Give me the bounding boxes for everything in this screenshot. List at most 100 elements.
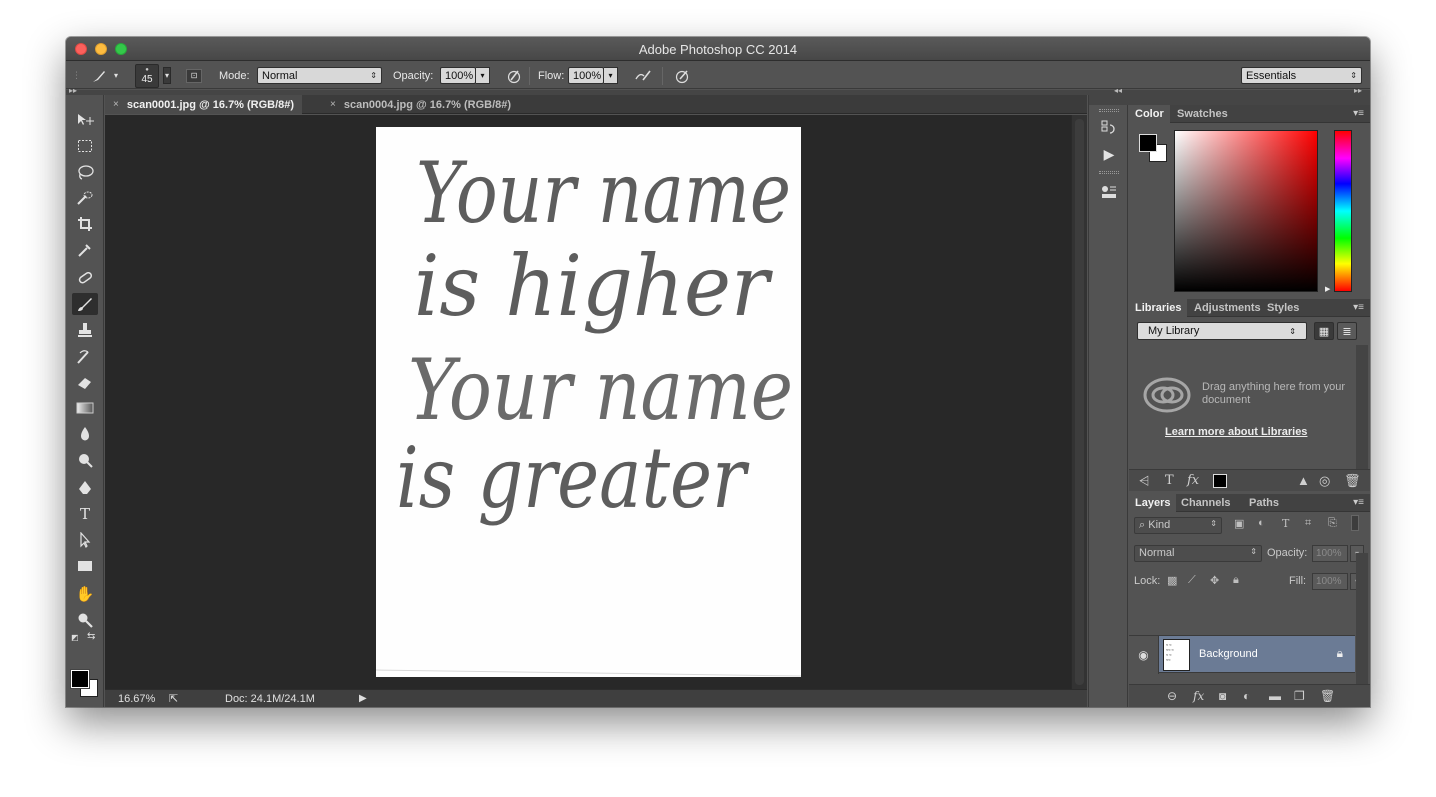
tab-libraries[interactable]: Libraries xyxy=(1129,299,1188,317)
pressure-size-icon[interactable] xyxy=(672,62,692,89)
brush-panel-toggle-icon[interactable]: ⊡ xyxy=(184,62,204,89)
close-tab-icon[interactable]: × xyxy=(330,99,336,110)
type-icon[interactable]: T xyxy=(72,503,98,525)
collapse-panels-icon[interactable]: ▸▸ xyxy=(1354,86,1362,95)
eyedropper-icon[interactable] xyxy=(72,239,98,261)
filter-type-icon[interactable]: T xyxy=(1282,517,1289,530)
add-color-icon[interactable] xyxy=(1213,474,1227,488)
rectangle-icon[interactable] xyxy=(72,555,98,577)
close-tab-icon[interactable]: × xyxy=(113,99,119,110)
path-select-icon[interactable] xyxy=(72,529,98,551)
new-layer-icon[interactable]: ❐ xyxy=(1294,689,1305,703)
marquee-icon[interactable] xyxy=(72,135,98,157)
library-select[interactable]: My Library ⇕ xyxy=(1137,322,1307,340)
collapse-icons-icon[interactable]: ◂◂ xyxy=(1114,86,1122,95)
pen-icon[interactable] xyxy=(72,477,98,499)
history-panel-icon[interactable] xyxy=(1097,117,1121,139)
crop-icon[interactable] xyxy=(72,213,98,235)
lock-all-icon[interactable]: 🔒︎ xyxy=(1233,574,1239,587)
doc-size[interactable]: Doc: 24.1M/24.1M xyxy=(225,693,315,705)
zoom-icon[interactable] xyxy=(72,609,98,631)
canvas-area[interactable]: Your name is higher Your name is greater xyxy=(105,115,1071,689)
color-picker-field[interactable] xyxy=(1174,130,1318,292)
status-menu-arrow-icon[interactable]: ▶ xyxy=(359,693,367,704)
airbrush-icon[interactable] xyxy=(633,62,653,89)
clone-stamp-icon[interactable] xyxy=(72,319,98,341)
layer-row-background[interactable]: ◉ ≈ ≈ ≈≈ ≈ ≈ ≈ ≈≈ Background 🔒︎ xyxy=(1129,635,1355,674)
panel-menu-icon[interactable]: ▾≡ xyxy=(1353,497,1364,508)
layer-kind-filter[interactable]: ⌕ Kind ⇕ xyxy=(1134,517,1222,534)
pressure-opacity-icon[interactable] xyxy=(504,62,524,89)
tab-layers[interactable]: Layers xyxy=(1129,494,1177,512)
flow-input[interactable]: 100% xyxy=(568,67,604,84)
lasso-icon[interactable] xyxy=(72,161,98,183)
actions-play-icon[interactable]: ▶ xyxy=(1097,143,1121,165)
add-character-style-icon[interactable]: T xyxy=(1165,473,1174,488)
healing-brush-icon[interactable] xyxy=(72,267,98,289)
panel-grip[interactable] xyxy=(1099,109,1119,112)
filter-shape-icon[interactable]: ⌗ xyxy=(1305,517,1311,530)
dodge-icon[interactable] xyxy=(72,449,98,471)
sync-icon[interactable]: ◎ xyxy=(1319,473,1330,489)
new-group-icon[interactable]: ▬ xyxy=(1269,689,1281,703)
panel-grip[interactable] xyxy=(1099,171,1119,174)
visibility-eye-icon[interactable]: ◉ xyxy=(1129,636,1159,674)
adjustment-layer-icon[interactable]: ◐ xyxy=(1243,689,1250,703)
zoom-level[interactable]: 16.67% xyxy=(118,693,155,705)
layer-style-icon[interactable]: fx xyxy=(1193,689,1204,703)
eraser-icon[interactable] xyxy=(72,371,98,393)
blend-mode-select[interactable]: Normal ⇕ xyxy=(1134,545,1262,562)
blur-icon[interactable] xyxy=(72,423,98,445)
learn-more-libraries-link[interactable]: Learn more about Libraries xyxy=(1165,426,1307,438)
panel-menu-icon[interactable]: ▾≡ xyxy=(1353,302,1364,313)
quick-select-icon[interactable] xyxy=(72,187,98,209)
lock-transparency-icon[interactable]: ▩ xyxy=(1167,574,1177,587)
warning-icon[interactable]: ▲ xyxy=(1297,473,1310,488)
filter-smart-object-icon[interactable]: ⎘ xyxy=(1328,517,1337,530)
tab-swatches[interactable]: Swatches xyxy=(1171,105,1234,123)
brush-icon[interactable] xyxy=(72,293,98,315)
opacity-input[interactable]: 100% xyxy=(440,67,476,84)
brush-size-preview[interactable]: ● 45 xyxy=(135,62,159,89)
tab-adjustments[interactable]: Adjustments xyxy=(1188,299,1267,317)
add-layer-style-icon[interactable]: fx xyxy=(1187,473,1199,488)
workspace-select[interactable]: Essentials ⇕ xyxy=(1241,67,1362,84)
lock-pixels-icon[interactable]: ⟋ xyxy=(1188,574,1196,587)
list-view-icon[interactable]: ≣ xyxy=(1337,322,1357,340)
mode-select[interactable]: Normal ⇕ xyxy=(257,67,382,84)
properties-panel-icon[interactable] xyxy=(1097,181,1121,203)
panel-menu-icon[interactable]: ▾≡ xyxy=(1353,108,1364,119)
tab-styles[interactable]: Styles xyxy=(1261,299,1305,317)
default-colors-icon[interactable]: ◩ xyxy=(71,633,79,642)
layer-opacity-input[interactable]: 100% xyxy=(1312,545,1348,562)
tab-scan0001[interactable]: × scan0001.jpg @ 16.7% (RGB/8#) xyxy=(105,95,303,114)
link-layers-icon[interactable]: ⊖ xyxy=(1167,689,1177,703)
brush-preset-icon[interactable] xyxy=(90,62,108,89)
gradient-icon[interactable] xyxy=(72,397,98,419)
library-scrollbar[interactable] xyxy=(1356,345,1368,470)
filter-pixel-icon[interactable]: ▣ xyxy=(1234,517,1244,530)
document-canvas[interactable]: Your name is higher Your name is greater xyxy=(376,127,801,677)
hand-icon[interactable]: ✋ xyxy=(72,583,98,605)
brush-preset-dropdown-icon[interactable]: ▾ xyxy=(112,62,120,89)
foreground-color-swatch[interactable] xyxy=(70,669,90,689)
grid-view-icon[interactable]: ▦ xyxy=(1314,322,1334,340)
flow-dropdown-icon[interactable]: ▾ xyxy=(604,67,618,84)
expand-toolbar-icon[interactable]: ▸▸ xyxy=(69,86,77,95)
delete-layer-icon[interactable]: 🗑 xyxy=(1320,689,1335,703)
tab-paths[interactable]: Paths xyxy=(1243,494,1285,512)
layer-name[interactable]: Background xyxy=(1199,648,1258,660)
color-panel-foreground-swatch[interactable] xyxy=(1139,134,1157,152)
filter-adjustment-icon[interactable]: ◐ xyxy=(1258,517,1265,529)
hue-marker-icon[interactable]: ▶ xyxy=(1325,285,1330,293)
filter-toggle-icon[interactable] xyxy=(1351,515,1359,531)
lock-position-icon[interactable]: ✥ xyxy=(1210,574,1219,587)
move-icon[interactable] xyxy=(72,109,98,131)
canvas-vertical-scrollbar[interactable] xyxy=(1071,115,1087,689)
trash-icon[interactable]: 🗑 xyxy=(1344,473,1361,489)
layer-mask-icon[interactable]: ◙ xyxy=(1219,689,1226,703)
tab-color[interactable]: Color xyxy=(1129,105,1170,123)
fill-input[interactable]: 100% xyxy=(1312,573,1348,590)
tab-scan0004[interactable]: × scan0004.jpg @ 16.7% (RGB/8#) xyxy=(322,95,519,114)
add-graphic-icon[interactable]: ⩤ xyxy=(1139,473,1149,489)
